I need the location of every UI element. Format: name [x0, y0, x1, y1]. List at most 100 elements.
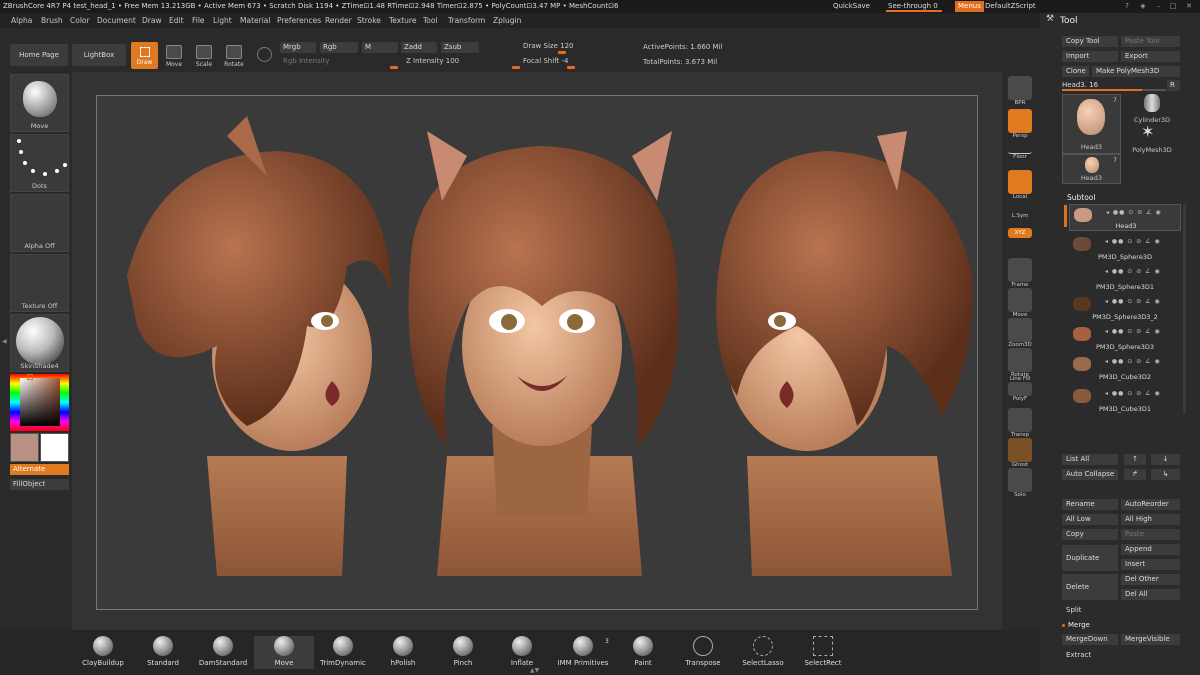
close-icon[interactable]: ✕	[1184, 0, 1194, 13]
tool-thumb-head[interactable]: Head3 7	[1062, 94, 1121, 154]
rotate-mode-button[interactable]: Rotate	[222, 45, 246, 68]
color-picker[interactable]	[10, 374, 69, 431]
subtool-sphere3d1-controls-icon[interactable]: ◂ ●● ⊙ ⊘ ∠ ◉	[1105, 268, 1177, 275]
extract-header[interactable]: Extract	[1062, 650, 1180, 661]
maximize-icon[interactable]: □	[1168, 0, 1178, 13]
focal-shift-slider[interactable]: Focal Shift -4	[523, 57, 569, 65]
move-down-arrow-2-icon[interactable]: ↳	[1151, 469, 1180, 480]
scale-mode-button[interactable]: Scale	[192, 45, 216, 68]
brush-paint[interactable]: Paint	[613, 636, 673, 667]
clone-button[interactable]: Clone	[1062, 66, 1089, 77]
secondary-color-swatch[interactable]	[40, 433, 69, 462]
menu-brush[interactable]: Brush	[41, 13, 63, 28]
delete-button[interactable]: Delete	[1062, 574, 1118, 600]
z-intensity-knob[interactable]	[512, 66, 520, 69]
shelf-collapse-arrow-icon[interactable]: ▲▼	[530, 667, 539, 674]
zoom3d-button[interactable]: Zoom3D	[1006, 318, 1034, 348]
subtool-cube3d2-controls-icon[interactable]: ◂ ●● ⊙ ⊘ ∠ ◉	[1105, 358, 1177, 365]
subtool-head3-controls-icon[interactable]: ◂ ●● ⊙ ⊘ ∠ ◉	[1106, 209, 1178, 216]
sculpt-render-image[interactable]	[97, 96, 979, 611]
brush-selector[interactable]: Move	[10, 74, 69, 132]
tool-thumb-polymesh[interactable]: ✶ PolyMesh3D	[1124, 122, 1180, 154]
del-all-button[interactable]: Del All	[1121, 589, 1180, 600]
copy-button[interactable]: Copy	[1062, 529, 1118, 540]
move-up-arrow-2-icon[interactable]: ↱	[1124, 469, 1146, 480]
merge-down-button[interactable]: MergeDown	[1062, 634, 1118, 645]
persp-button[interactable]: Persp	[1006, 109, 1034, 139]
subtool-header[interactable]: Subtool	[1067, 193, 1095, 202]
lsym-button[interactable]: L.Sym	[1006, 203, 1034, 219]
tool-thumb-cylinder[interactable]: Cylinder3D	[1124, 94, 1180, 124]
tool-thumb-head-small[interactable]: Head3 7	[1062, 154, 1121, 184]
stroke-selector[interactable]: Dots	[10, 134, 69, 192]
menu-file[interactable]: File	[192, 13, 205, 28]
subtool-sphere3d3-2-controls-icon[interactable]: ◂ ●● ⊙ ⊘ ∠ ◉	[1105, 298, 1177, 305]
menu-transform[interactable]: Transform	[448, 13, 485, 28]
brush-pinch[interactable]: Pinch	[433, 636, 493, 667]
paste-tool-button[interactable]: Paste Tool	[1121, 36, 1180, 47]
menu-light[interactable]: Light	[213, 13, 232, 28]
draw-size-knob[interactable]	[558, 51, 566, 54]
rename-button[interactable]: Rename	[1062, 499, 1118, 510]
zsub-button[interactable]: Zsub	[441, 42, 479, 53]
solo-button[interactable]: Solo	[1006, 468, 1034, 498]
menu-stroke[interactable]: Stroke	[357, 13, 381, 28]
rgb-intensity-knob[interactable]	[390, 66, 398, 69]
tool-panel-header[interactable]: ⚒ Tool	[1046, 14, 1196, 28]
menu-edit[interactable]: Edit	[169, 13, 184, 28]
list-all-button[interactable]: List All	[1062, 454, 1118, 465]
move-mode-button[interactable]: Move	[162, 45, 186, 68]
subtool-row-sphere3d1[interactable]: ◂ ●● ⊙ ⊘ ∠ ◉ PM3D_Sphere3D1	[1069, 264, 1181, 291]
draw-mode-button[interactable]: Draw	[131, 42, 158, 69]
select-rect-tool[interactable]: SelectRect	[793, 636, 853, 667]
color-picker-square[interactable]	[20, 378, 60, 426]
home-page-button[interactable]: Home Page	[10, 44, 68, 66]
auto-collapse-button[interactable]: Auto Collapse	[1062, 469, 1118, 480]
material-selector[interactable]: SkinShade4	[10, 314, 69, 372]
menu-material[interactable]: Material	[240, 13, 270, 28]
floor-button[interactable]: Floor	[1006, 140, 1034, 160]
subtool-row-sphere3d[interactable]: ◂ ●● ⊙ ⊘ ∠ ◉ PM3D_Sphere3D	[1069, 234, 1181, 261]
draw-size-slider[interactable]: Draw Size 120	[523, 42, 574, 50]
rgb-intensity-slider[interactable]: Rgb Intensity	[283, 57, 329, 65]
move-down-arrow-icon[interactable]: ↓	[1151, 454, 1180, 465]
copy-tool-button[interactable]: Copy Tool	[1062, 36, 1118, 47]
brush-standard[interactable]: Standard	[133, 636, 193, 667]
subtool-cube3d1-controls-icon[interactable]: ◂ ●● ⊙ ⊘ ∠ ◉	[1105, 390, 1177, 397]
menu-alpha[interactable]: Alpha	[11, 13, 32, 28]
local-button[interactable]: Local	[1006, 170, 1034, 200]
brush-claybuildup[interactable]: ClayBuildup	[73, 636, 133, 667]
import-button[interactable]: Import	[1062, 51, 1118, 62]
reset-button[interactable]: R	[1167, 80, 1180, 91]
menu-tool[interactable]: Tool	[423, 13, 438, 28]
mrgb-button[interactable]: Mrgb	[280, 42, 316, 53]
auto-reorder-button[interactable]: AutoReorder	[1121, 499, 1180, 510]
brush-inflate[interactable]: Inflate	[492, 636, 552, 667]
help-icon[interactable]: ?	[1122, 0, 1132, 13]
make-polymesh-button[interactable]: Make PolyMesh3D	[1092, 66, 1180, 77]
subtool-row-cube3d1[interactable]: ◂ ●● ⊙ ⊘ ∠ ◉ PM3D_Cube3D1	[1069, 386, 1181, 413]
paste-button[interactable]: Paste	[1121, 529, 1180, 540]
menus-toggle[interactable]: Menus	[955, 1, 984, 12]
select-lasso-tool[interactable]: SelectLasso	[733, 636, 793, 667]
move-up-arrow-icon[interactable]: ↑	[1124, 454, 1146, 465]
fill-object-button[interactable]: FillObject	[10, 479, 69, 490]
merge-visible-button[interactable]: MergeVisible	[1121, 634, 1180, 645]
focal-shift-knob[interactable]	[567, 66, 575, 69]
rotate-view-button[interactable]: Rotate	[1006, 348, 1034, 378]
subtool-scrollbar[interactable]	[1183, 204, 1186, 414]
xyz-button[interactable]: XYZ	[1006, 228, 1034, 238]
bpr-button[interactable]: BPR	[1006, 76, 1034, 106]
rgb-button[interactable]: Rgb	[320, 42, 358, 53]
del-other-button[interactable]: Del Other	[1121, 574, 1180, 585]
menu-render[interactable]: Render	[325, 13, 352, 28]
z-intensity-slider[interactable]: Z Intensity 100	[406, 57, 459, 65]
menu-preferences[interactable]: Preferences	[277, 13, 321, 28]
menu-color[interactable]: Color	[70, 13, 90, 28]
transpose-tool[interactable]: Transpose	[673, 636, 733, 667]
lightbox-button[interactable]: LightBox	[72, 44, 126, 66]
all-low-button[interactable]: All Low	[1062, 514, 1118, 525]
split-header[interactable]: Split	[1062, 605, 1180, 616]
texture-selector[interactable]: Texture Off	[10, 254, 69, 312]
brush-damstandard[interactable]: DamStandard	[193, 636, 253, 667]
